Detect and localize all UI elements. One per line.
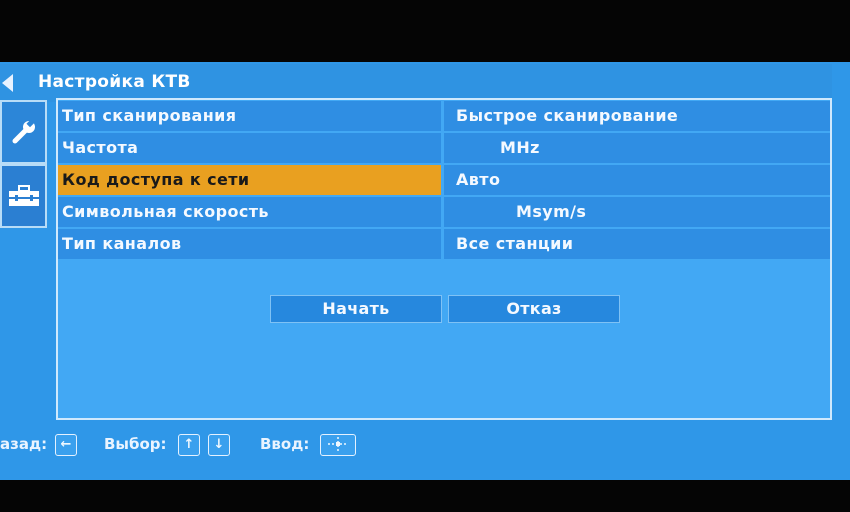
cancel-button[interactable]: Отказ	[448, 295, 620, 323]
row-value[interactable]: Msym/s	[444, 197, 830, 227]
row-symbol-rate[interactable]: Символьная скорость Msym/s	[58, 197, 830, 227]
toolbox-icon	[8, 185, 39, 206]
row-frequency[interactable]: Частота MHz	[58, 133, 830, 163]
side-tab-toolbox[interactable]	[0, 164, 47, 228]
footer-hints: азад: Выбор: Ввод:	[0, 428, 850, 466]
side-tab-tools[interactable]	[0, 100, 47, 164]
ok-key-icon	[320, 434, 356, 456]
row-label: Код доступа к сети	[58, 165, 441, 195]
up-arrow-key-icon: ↑	[178, 434, 200, 456]
row-label: Символьная скорость	[58, 197, 441, 227]
hint-select-label: Выбор:	[104, 435, 167, 453]
row-label: Частота	[58, 133, 441, 163]
row-network-id[interactable]: Код доступа к сети Авто	[58, 165, 830, 195]
row-label: Тип сканирования	[58, 101, 441, 131]
down-arrow-key-icon: ↓	[208, 434, 230, 456]
back-arrow-icon[interactable]	[2, 74, 13, 92]
row-value[interactable]: MHz	[444, 133, 830, 163]
hint-back-label: азад:	[0, 435, 48, 453]
row-label: Тип каналов	[58, 229, 441, 259]
row-value[interactable]: Быстрое сканирование	[444, 101, 830, 131]
row-value[interactable]: Авто	[444, 165, 830, 195]
row-channel-type[interactable]: Тип каналов Все станции	[58, 229, 830, 259]
row-scan-type[interactable]: Тип сканирования Быстрое сканирование	[58, 101, 830, 131]
page-title: Настройка КТВ	[38, 72, 191, 92]
crosshair-icon	[328, 437, 348, 451]
hint-enter-label: Ввод:	[260, 435, 310, 453]
wrench-icon	[12, 119, 35, 144]
left-arrow-key-icon: ←	[55, 434, 77, 456]
start-button[interactable]: Начать	[270, 295, 442, 323]
row-value[interactable]: Все станции	[444, 229, 830, 259]
